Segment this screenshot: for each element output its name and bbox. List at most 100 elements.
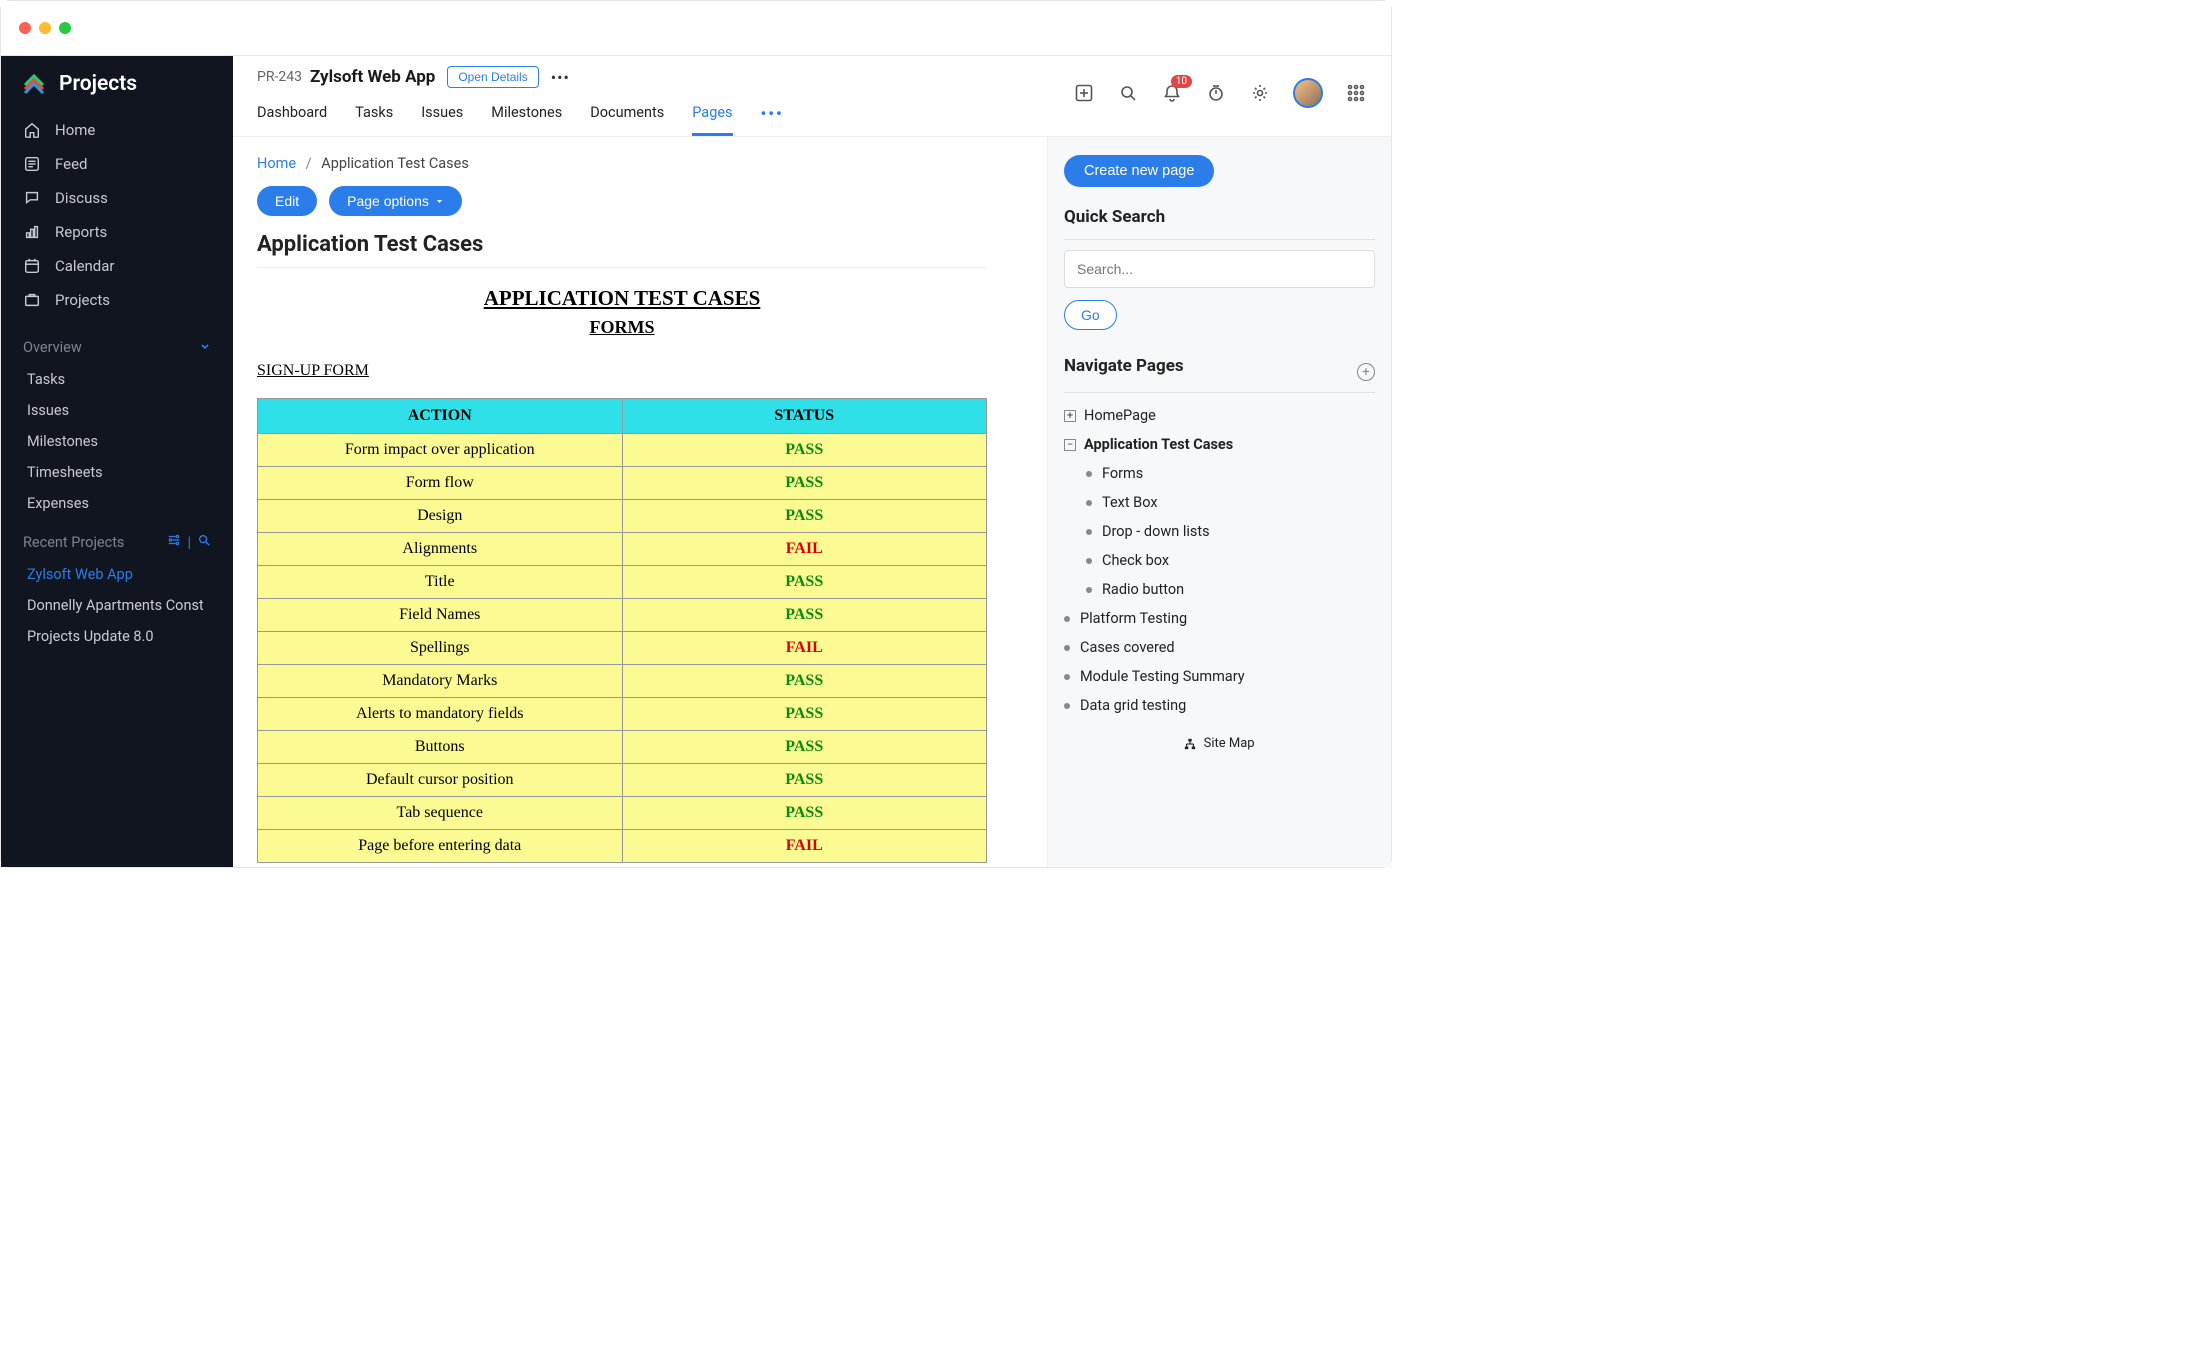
recent-project-item[interactable]: Donnelly Apartments Const — [1, 590, 233, 621]
sidebar-subitem-expenses[interactable]: Expenses — [1, 488, 233, 519]
filter-icon[interactable] — [167, 533, 181, 551]
tree-child-item[interactable]: Check box — [1064, 546, 1375, 575]
sidebar-item-label: Feed — [55, 155, 88, 173]
expand-icon[interactable]: + — [1064, 410, 1076, 422]
tree-item-homepage[interactable]: + HomePage — [1064, 401, 1375, 430]
sidebar-subitem-milestones[interactable]: Milestones — [1, 426, 233, 457]
app-brand-text: Projects — [59, 72, 137, 96]
recent-project-item[interactable]: Projects Update 8.0 — [1, 621, 233, 652]
search-icon[interactable] — [1117, 82, 1139, 104]
bell-icon[interactable]: 10 — [1161, 82, 1183, 104]
notification-badge: 10 — [1171, 75, 1192, 88]
sitemap-link[interactable]: Site Map — [1064, 736, 1375, 751]
edit-button[interactable]: Edit — [257, 186, 317, 216]
chevron-down-icon — [199, 339, 211, 356]
quick-search-heading: Quick Search — [1064, 207, 1375, 227]
add-icon[interactable] — [1073, 82, 1095, 104]
tree-child-item[interactable]: Radio button — [1064, 575, 1375, 604]
tree-child-item[interactable]: Drop - down lists — [1064, 517, 1375, 546]
sidebar-item-label: Home — [55, 121, 95, 139]
open-details-button[interactable]: Open Details — [447, 66, 538, 88]
sidebar-subitem-tasks[interactable]: Tasks — [1, 364, 233, 395]
tree-sibling-item[interactable]: Platform Testing — [1064, 604, 1375, 633]
tree-item-label: Data grid testing — [1080, 697, 1186, 714]
bullet-icon — [1086, 587, 1092, 593]
window-minimize-button[interactable] — [39, 22, 51, 34]
action-cell: Buttons — [258, 731, 623, 764]
status-cell: PASS — [622, 797, 987, 830]
tab-documents[interactable]: Documents — [590, 96, 664, 136]
table-row: AlignmentsFAIL — [258, 533, 987, 566]
page-options-label: Page options — [347, 193, 429, 209]
doc-section-heading: SIGN-UP FORM — [257, 362, 1047, 380]
window-close-button[interactable] — [19, 22, 31, 34]
tab-dashboard[interactable]: Dashboard — [257, 96, 327, 136]
sidebar-item-label: Reports — [55, 223, 107, 241]
tree-item-current[interactable]: − Application Test Cases — [1064, 430, 1375, 459]
table-row: Form impact over applicationPASS — [258, 434, 987, 467]
sitemap-label: Site Map — [1204, 736, 1255, 751]
table-row: ButtonsPASS — [258, 731, 987, 764]
quick-search-input[interactable] — [1064, 250, 1375, 288]
tabs-more-icon[interactable]: ••• — [761, 96, 784, 136]
window-maximize-button[interactable] — [59, 22, 71, 34]
user-avatar[interactable] — [1293, 78, 1323, 108]
tab-tasks[interactable]: Tasks — [355, 96, 393, 136]
action-cell: Page before entering data — [258, 830, 623, 863]
sidebar-item-projects[interactable]: Projects — [1, 283, 233, 317]
sidebar-subitem-issues[interactable]: Issues — [1, 395, 233, 426]
status-cell: PASS — [622, 764, 987, 797]
divider: | — [187, 534, 191, 551]
table-row: Form flowPASS — [258, 467, 987, 500]
app-logo-icon — [21, 71, 47, 97]
tree-sibling-item[interactable]: Module Testing Summary — [1064, 662, 1375, 691]
sidebar-item-discuss[interactable]: Discuss — [1, 181, 233, 215]
breadcrumb-home[interactable]: Home — [257, 155, 296, 172]
table-row: Field NamesPASS — [258, 599, 987, 632]
create-new-page-button[interactable]: Create new page — [1064, 155, 1214, 187]
tree-item-label: Platform Testing — [1080, 610, 1187, 627]
sidebar-section-overview[interactable]: Overview — [1, 327, 233, 364]
apps-grid-icon[interactable] — [1345, 82, 1367, 104]
recent-project-item[interactable]: Zylsoft Web App — [1, 559, 233, 590]
action-cell: Title — [258, 566, 623, 599]
tree-sibling-item[interactable]: Data grid testing — [1064, 691, 1375, 720]
sidebar-item-feed[interactable]: Feed — [1, 147, 233, 181]
add-page-icon[interactable]: + — [1357, 363, 1375, 381]
timer-icon[interactable] — [1205, 82, 1227, 104]
action-cell: Form impact over application — [258, 434, 623, 467]
more-options-icon[interactable]: ••• — [551, 68, 570, 87]
window-titlebar — [1, 1, 1391, 56]
divider — [257, 267, 987, 268]
app-logo-row: Projects — [1, 56, 233, 113]
tree-sibling-item[interactable]: Cases covered — [1064, 633, 1375, 662]
action-cell: Mandatory Marks — [258, 665, 623, 698]
settings-icon[interactable] — [1249, 82, 1271, 104]
search-icon[interactable] — [197, 533, 211, 551]
status-cell: PASS — [622, 467, 987, 500]
table-header-status: STATUS — [622, 399, 987, 434]
sidebar-subitem-timesheets[interactable]: Timesheets — [1, 457, 233, 488]
app-sidebar: Projects Home Feed Discuss Reports Calen… — [1, 56, 233, 867]
tab-pages[interactable]: Pages — [692, 96, 732, 136]
status-cell: PASS — [622, 698, 987, 731]
table-row: Alerts to mandatory fieldsPASS — [258, 698, 987, 731]
sidebar-item-home[interactable]: Home — [1, 113, 233, 147]
table-header-action: ACTION — [258, 399, 623, 434]
collapse-icon[interactable]: − — [1064, 439, 1076, 451]
tab-issues[interactable]: Issues — [421, 96, 463, 136]
sidebar-item-reports[interactable]: Reports — [1, 215, 233, 249]
status-cell: PASS — [622, 566, 987, 599]
sidebar-item-calendar[interactable]: Calendar — [1, 249, 233, 283]
table-row: DesignPASS — [258, 500, 987, 533]
action-cell: Field Names — [258, 599, 623, 632]
bullet-icon — [1064, 616, 1070, 622]
table-row: SpellingsFAIL — [258, 632, 987, 665]
page-options-button[interactable]: Page options — [329, 186, 462, 216]
bullet-icon — [1064, 703, 1070, 709]
go-button[interactable]: Go — [1064, 300, 1117, 330]
tree-child-item[interactable]: Forms — [1064, 459, 1375, 488]
tab-milestones[interactable]: Milestones — [491, 96, 562, 136]
status-cell: PASS — [622, 434, 987, 467]
tree-child-item[interactable]: Text Box — [1064, 488, 1375, 517]
